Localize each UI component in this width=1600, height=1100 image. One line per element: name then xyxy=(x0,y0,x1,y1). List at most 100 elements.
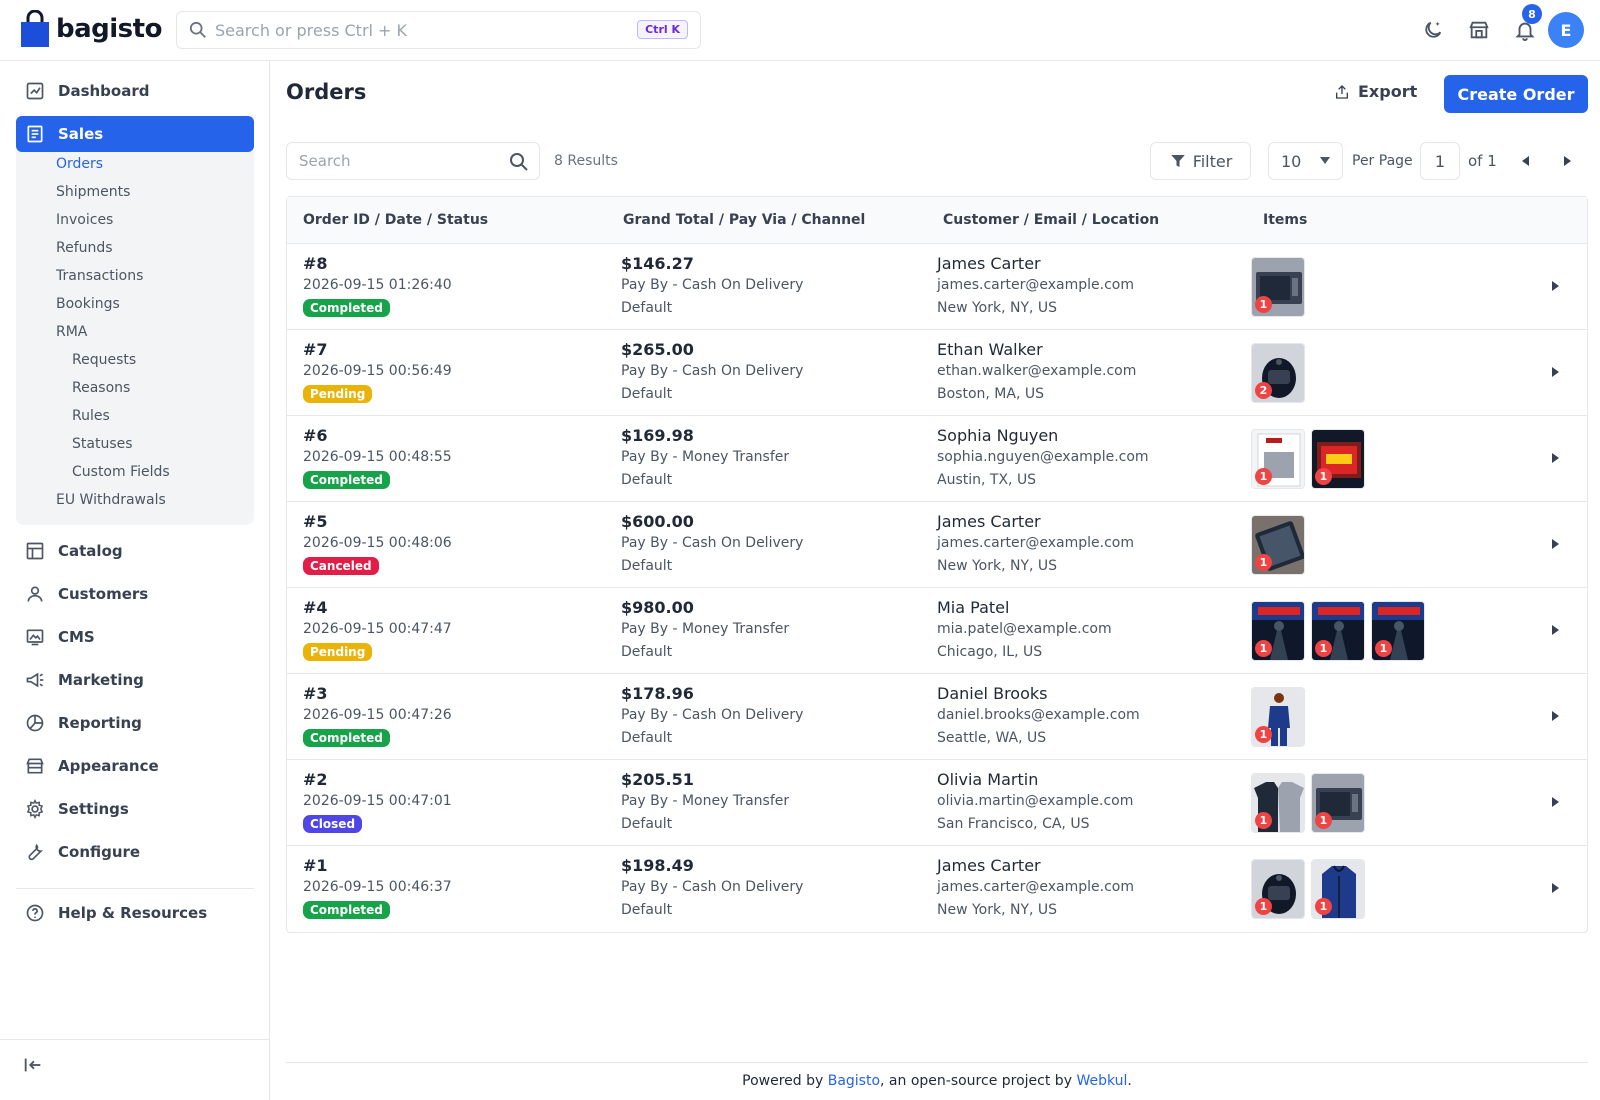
product-thumbnail[interactable]: 1 xyxy=(1251,429,1305,489)
order-date: 2026-09-15 00:48:06 xyxy=(303,535,452,551)
page-number-input[interactable]: 1 xyxy=(1420,142,1460,180)
table-row[interactable]: #4 2026-09-15 00:47:47 Pending $980.00 Pay B… xyxy=(287,588,1587,674)
product-thumbnail[interactable]: 1 xyxy=(1311,601,1365,661)
product-thumbnail[interactable]: 1 xyxy=(1251,773,1305,833)
channel: Default xyxy=(621,472,673,488)
table-row[interactable]: #6 2026-09-15 00:48:55 Completed $169.98 Pay… xyxy=(287,416,1587,502)
sidebar-item-label: Settings xyxy=(58,800,129,818)
submenu-rma-statuses[interactable]: Statuses xyxy=(72,436,133,452)
submenu-rma-requests[interactable]: Requests xyxy=(72,352,136,368)
quantity-badge: 1 xyxy=(1255,640,1272,657)
grand-total: $169.98 xyxy=(621,426,694,445)
sidebar-item-cms[interactable]: CMS xyxy=(16,619,254,655)
sidebar-item-catalog[interactable]: Catalog xyxy=(16,533,254,569)
quantity-badge: 1 xyxy=(1315,468,1332,485)
column-header[interactable]: Customer / Email / Location xyxy=(943,212,1159,228)
submenu-shipments[interactable]: Shipments xyxy=(56,184,130,200)
payment-method: Pay By - Cash On Delivery xyxy=(621,707,804,723)
view-order-icon[interactable] xyxy=(1552,797,1559,807)
export-icon xyxy=(1336,84,1348,99)
notification-count-badge: 8 xyxy=(1522,4,1542,24)
grand-total: $980.00 xyxy=(621,598,694,617)
sidebar-item-label: Dashboard xyxy=(58,82,150,100)
product-thumbnail[interactable]: 1 xyxy=(1251,859,1305,919)
submenu-rma[interactable]: RMA xyxy=(56,324,87,340)
view-order-icon[interactable] xyxy=(1552,367,1559,377)
sidebar-item-help[interactable]: Help & Resources xyxy=(16,895,254,931)
product-thumbnail[interactable]: 1 xyxy=(1311,773,1365,833)
next-page-icon[interactable] xyxy=(1564,156,1571,166)
view-order-icon[interactable] xyxy=(1552,281,1559,291)
grand-total: $178.96 xyxy=(621,684,694,703)
grand-total: $198.49 xyxy=(621,856,694,875)
sidebar-item-appearance[interactable]: Appearance xyxy=(16,748,254,784)
submenu-rma-custom-fields[interactable]: Custom Fields xyxy=(72,464,170,480)
table-row[interactable]: #1 2026-09-15 00:46:37 Completed $198.49 Pay… xyxy=(287,846,1587,932)
submenu-orders[interactable]: Orders xyxy=(56,156,103,172)
quantity-badge: 2 xyxy=(1255,382,1272,399)
bagisto-link[interactable]: Bagisto xyxy=(828,1073,880,1089)
order-id: #8 xyxy=(303,254,328,273)
product-thumbnail[interactable]: 1 xyxy=(1311,859,1365,919)
global-search[interactable]: Ctrl K xyxy=(176,11,701,49)
orders-search[interactable] xyxy=(286,142,540,180)
column-header[interactable]: Grand Total / Pay Via / Channel xyxy=(623,212,865,228)
sidebar-item-marketing[interactable]: Marketing xyxy=(16,662,254,698)
footer-divider xyxy=(286,1062,1588,1063)
product-thumbnail[interactable]: 1 xyxy=(1311,429,1365,489)
per-page-select[interactable]: 10 xyxy=(1268,142,1343,180)
product-thumbnail[interactable]: 1 xyxy=(1251,601,1305,661)
moon-icon[interactable] xyxy=(1420,17,1446,43)
webkul-link[interactable]: Webkul xyxy=(1076,1073,1127,1089)
shortcut-hint: Ctrl K xyxy=(637,20,688,39)
store-icon[interactable] xyxy=(1466,17,1492,43)
product-thumbnail[interactable]: 1 xyxy=(1251,687,1305,747)
global-search-input[interactable] xyxy=(215,20,615,40)
product-thumbnail[interactable]: 2 xyxy=(1251,343,1305,403)
column-header[interactable]: Order ID / Date / Status xyxy=(303,212,488,228)
submenu-eu-withdrawals[interactable]: EU Withdrawals xyxy=(56,492,166,508)
orders-search-input[interactable] xyxy=(299,152,499,170)
create-order-button[interactable]: Create Order xyxy=(1444,75,1588,113)
status-badge: Canceled xyxy=(303,557,379,575)
customer-name: James Carter xyxy=(937,512,1041,531)
grand-total: $600.00 xyxy=(621,512,694,531)
appearance-icon xyxy=(24,755,46,777)
table-row[interactable]: #7 2026-09-15 00:56:49 Pending $265.00 Pay B… xyxy=(287,330,1587,416)
customer-name: James Carter xyxy=(937,254,1041,273)
product-thumbnail[interactable]: 1 xyxy=(1371,601,1425,661)
submenu-rma-rules[interactable]: Rules xyxy=(72,408,110,424)
view-order-icon[interactable] xyxy=(1552,883,1559,893)
product-thumbnail[interactable]: 1 xyxy=(1251,257,1305,317)
prev-page-icon[interactable] xyxy=(1522,156,1529,166)
submenu-transactions[interactable]: Transactions xyxy=(56,268,143,284)
export-button[interactable]: Export xyxy=(1334,82,1417,101)
quantity-badge: 1 xyxy=(1255,898,1272,915)
table-row[interactable]: #3 2026-09-15 00:47:26 Completed $178.96 Pay… xyxy=(287,674,1587,760)
sidebar-item-dashboard[interactable]: Dashboard xyxy=(16,73,254,109)
collapse-sidebar-icon[interactable] xyxy=(22,1054,44,1080)
table-row[interactable]: #5 2026-09-15 00:48:06 Canceled $600.00 Pay … xyxy=(287,502,1587,588)
brand-logo[interactable]: bagisto xyxy=(20,10,162,48)
submenu-rma-reasons[interactable]: Reasons xyxy=(72,380,130,396)
product-thumbnail[interactable]: 1 xyxy=(1251,515,1305,575)
filter-icon xyxy=(1170,155,1185,167)
search-icon[interactable] xyxy=(509,152,529,172)
filter-button[interactable]: Filter xyxy=(1150,142,1251,180)
user-avatar[interactable]: E xyxy=(1548,12,1584,48)
table-row[interactable]: #2 2026-09-15 00:47:01 Closed $205.51 Pay By… xyxy=(287,760,1587,846)
view-order-icon[interactable] xyxy=(1552,453,1559,463)
submenu-bookings[interactable]: Bookings xyxy=(56,296,120,312)
view-order-icon[interactable] xyxy=(1552,539,1559,549)
table-row[interactable]: #8 2026-09-15 01:26:40 Completed $146.27 Pay… xyxy=(287,244,1587,330)
sidebar-item-configure[interactable]: Configure xyxy=(16,834,254,870)
submenu-invoices[interactable]: Invoices xyxy=(56,212,113,228)
view-order-icon[interactable] xyxy=(1552,625,1559,635)
sidebar-item-sales[interactable]: Sales xyxy=(16,116,254,152)
order-items: 2 xyxy=(1251,343,1305,403)
submenu-refunds[interactable]: Refunds xyxy=(56,240,113,256)
sidebar-item-reporting[interactable]: Reporting xyxy=(16,705,254,741)
sidebar-item-settings[interactable]: Settings xyxy=(16,791,254,827)
sidebar-item-customers[interactable]: Customers xyxy=(16,576,254,612)
view-order-icon[interactable] xyxy=(1552,711,1559,721)
